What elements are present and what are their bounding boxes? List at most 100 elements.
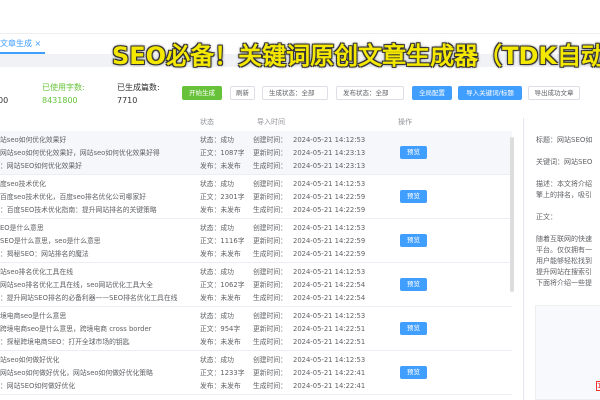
scrollbar[interactable] [510,137,514,292]
row-time-value: 2024-05-21 14:12:53 [293,180,366,188]
preview-screenshot-image: 14 [535,305,600,400]
preview-body-label: 正文： [536,213,557,221]
row-status: 正文：1116字 [200,237,245,245]
row-status: 状态：成功 [200,312,234,320]
row-time-label: 生成时间： [253,294,287,302]
preview-body: 下面将介绍一些提 [536,279,592,287]
row-time-label: 更新时间： [253,281,287,289]
row-time-value: 2024-05-21 14:12:53 [293,356,366,364]
preview-button[interactable]: 预览 [400,322,427,335]
refresh-button[interactable]: 刷新 [230,86,255,100]
row-title: ：网站SEO如何优化效果好 [0,162,82,170]
row-status: 发布：未发布 [200,294,241,302]
row-time-value: 2024-05-21 14:12:53 [293,136,366,144]
row-time-label: 更新时间： [253,237,287,245]
table-row: 度seo技术优化 百度seo技术优化，百度seo排名优化公司哪家好 ：百度SEO技术… [0,175,512,219]
preview-desc: 擎上的排名，吸引 [536,191,592,199]
row-status: 发布：未发布 [200,250,241,258]
row-title: 跨境电商seo是什么意思，跨境电商 cross border [0,325,152,333]
row-time-value: 2024-05-21 14:22:59 [293,193,366,201]
row-time-label: 更新时间： [253,149,287,157]
row-title: ：揭秘SEO：网站排名的魔法 [0,250,89,258]
row-status: 状态：成功 [200,224,234,232]
table-row: 站seo如何优化效果好网站seo如何优化效果好，网站seo如何优化效果好得 ：网站… [0,131,512,175]
preview-button[interactable]: 预览 [400,146,427,159]
close-icon[interactable]: × [35,39,42,48]
preview-button[interactable]: 预览 [400,278,427,291]
row-time-value: 2024-05-21 14:22:41 [293,369,366,377]
stat-used-words: 已使用字数: 8431800 [42,83,85,105]
preview-button[interactable]: 预览 [400,190,427,203]
preview-button[interactable]: 预览 [400,366,427,379]
row-title: ：提升网站SEO排名的必备利器——SEO排名优化工具在线 [0,294,178,302]
start-generate-button[interactable]: 开始生成 [182,86,222,100]
publish-status-select[interactable]: 发布状态：全部 [336,86,404,100]
row-time-value: 2024-05-21 14:12:53 [293,268,366,276]
preview-body: 平台。仅仅拥有一 [536,246,592,254]
tab-label: 文章生成 [0,39,32,48]
row-time-label: 创建时间： [253,356,287,364]
row-time-value: 2024-05-21 14:23:13 [293,162,366,170]
row-title: EO是什么意思 [0,224,44,232]
row-title: 网站seo如何优化效果好，网站seo如何优化效果好得 [0,149,160,157]
header-status: 状态 [200,118,214,126]
preview-body: 随着互联网的快速 [536,235,592,243]
header-action: 操作 [398,118,412,126]
row-status: 发布：未发布 [200,206,241,214]
stat-total: .00 [0,83,9,105]
preview-desc: 描述：本文将介绍 [536,180,592,188]
generate-status-select[interactable]: 生成状态：全部 [262,86,328,100]
row-time-value: 2024-05-21 14:22:51 [293,338,366,346]
tab-article-generate[interactable]: 文章生成 × [0,36,46,54]
row-status: 正文：2301字 [200,193,245,201]
row-status: 正文：954字 [200,325,241,333]
row-time-value: 2024-05-21 14:12:53 [293,312,366,320]
row-status: 发布：未发布 [200,382,241,390]
preview-keywords: 关键词：网站SEO [536,158,593,166]
row-title: 站seo如何做好优化 [0,356,60,364]
stat-generated-count: 已生成篇数: 7710 [117,83,160,105]
row-time-label: 更新时间： [253,325,287,333]
preview-body: 用户能够轻松找到 [536,257,592,265]
row-time-value: 2024-05-21 14:22:51 [293,325,366,333]
global-config-button[interactable]: 全局配置 [412,86,452,100]
row-title: 网站seo如何做好优化，网站seo如何做好优化策略 [0,369,153,377]
row-status: 状态：成功 [200,268,234,276]
row-time-label: 创建时间： [253,312,287,320]
row-time-value: 2024-05-21 14:22:41 [293,382,366,390]
row-title: SEO是什么意思，seo是什么意思 [0,237,101,245]
table-row: 境电商seo是什么意思跨境电商seo是什么意思，跨境电商 cross borde… [0,307,512,351]
import-keywords-button[interactable]: 导入关键词/标题 [458,86,522,100]
table-row: EO是什么意思 SEO是什么意思，seo是什么意思 ：揭秘SEO：网站排名的魔法 状态… [0,219,512,263]
row-status: 状态：成功 [200,356,234,364]
table-row: 站seo排名优化工具在线 网站seo排名优化工具在线，seo网站优化工具大全 ：提升… [0,263,512,307]
row-time-label: 生成时间： [253,250,287,258]
row-title: 站seo如何优化效果好 [0,136,67,144]
row-time-label: 生成时间： [253,338,287,346]
row-time-label: 更新时间： [253,369,287,377]
row-time-value: 2024-05-21 14:22:59 [293,206,366,214]
table-row: 站seo如何做好优化网站seo如何做好优化，网站seo如何做好优化策略 ：网站SE… [0,351,512,395]
row-time-value: 2024-05-21 14:22:59 [293,237,366,245]
row-time-label: 生成时间： [253,206,287,214]
row-title: ：百度SEO技术优化指南：提升网站排名的关键策略 [0,206,157,214]
row-time-value: 2024-05-21 14:12:53 [293,224,366,232]
row-title: 度seo技术优化 [0,180,46,188]
row-title: 网站seo排名优化工具在线，seo网站优化工具大全 [0,281,153,289]
preview-title: 标题：网站SEO如 [536,136,593,144]
row-time-value: 2024-05-21 14:22:54 [293,294,366,302]
row-time-value: 2024-05-21 14:22:59 [293,250,366,258]
row-title: ：网站SEO如何做好优化 [0,382,76,390]
preview-button[interactable]: 预览 [400,234,427,247]
export-articles-button[interactable]: 导出成功文章 [528,86,580,100]
row-title: ：探秘跨境电商SEO：打开全球市场的钥匙 [0,338,130,346]
row-time-value: 2024-05-21 14:23:13 [293,149,366,157]
row-time-label: 创建时间： [253,224,287,232]
row-time-label: 更新时间： [253,193,287,201]
row-time-label: 创建时间： [253,180,287,188]
row-title: 境电商seo是什么意思 [0,312,67,320]
row-time-value: 2024-05-21 14:22:54 [293,281,366,289]
row-status: 发布：未发布 [200,162,241,170]
thumb-badge: 14 [596,381,600,391]
row-status: 状态：成功 [200,180,234,188]
